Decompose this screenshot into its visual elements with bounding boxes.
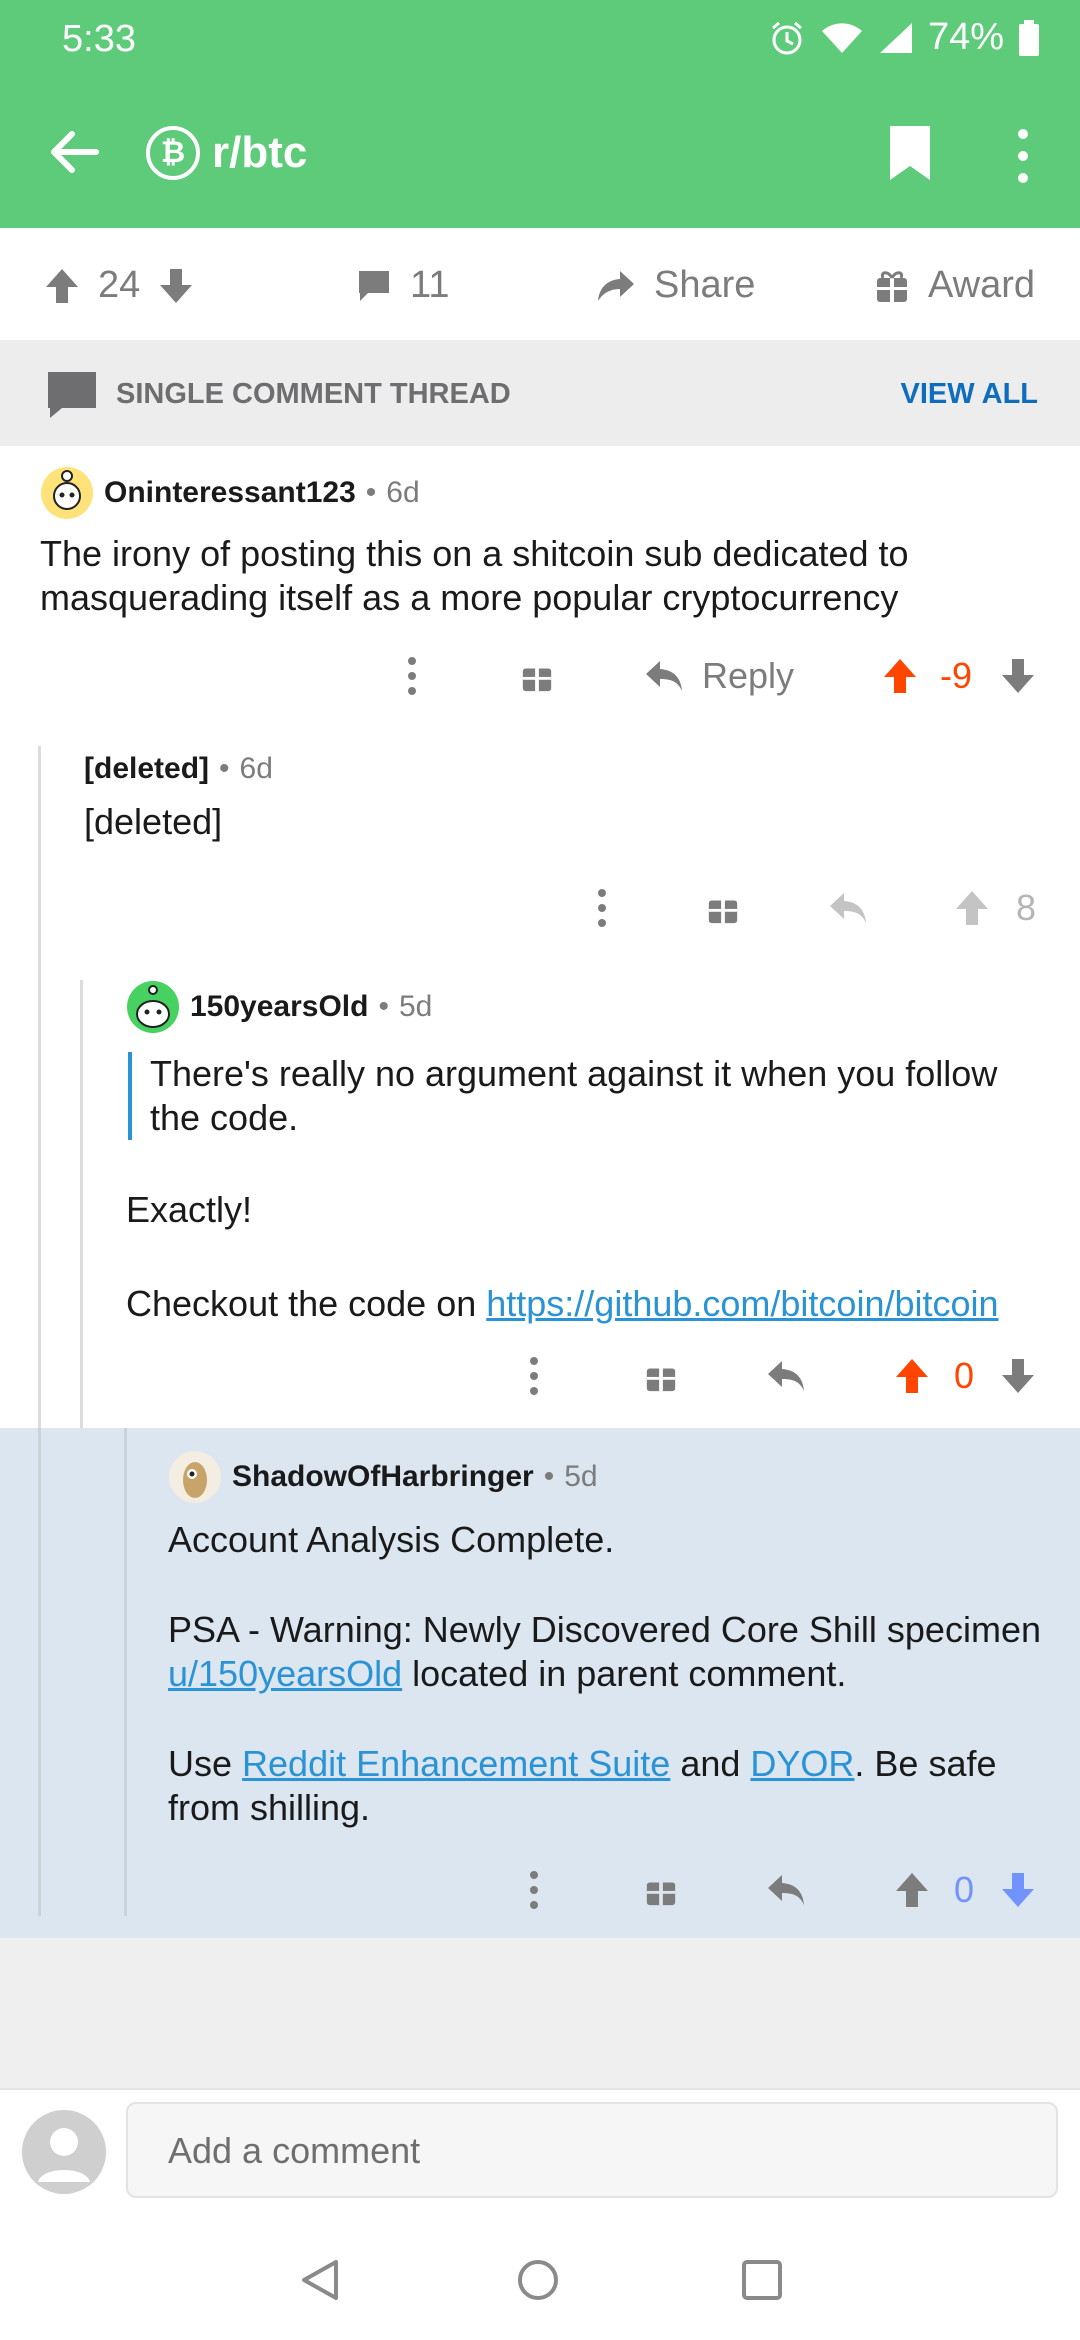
back-arrow-icon[interactable] [44,122,104,182]
reply-icon[interactable] [766,1873,806,1907]
comment-age: 5d [564,1460,598,1493]
bookmark-icon[interactable] [888,124,932,182]
award-button[interactable]: Award [874,264,1035,307]
signal-icon [879,22,912,53]
more-options-icon[interactable] [528,1356,540,1396]
avatar[interactable] [126,980,180,1034]
comment-score: -9 [940,655,973,696]
reply-icon [830,893,866,923]
status-bar: 5:33 74% [0,0,1080,82]
comment: ShadowOfHarbringer • 5d Account Analysis… [168,1450,1058,1830]
status-time: 5:33 [62,18,136,60]
top-bar: 5:33 74% ₿ r/btc [0,0,1080,228]
thread-line [124,1428,127,1916]
comments-count-button[interactable]: 11 [356,264,449,307]
wifi-icon [821,22,862,53]
upvote-icon[interactable] [894,1871,930,1909]
comment-composer: Add a comment [0,2088,1080,2210]
comment-actions: Reply -9 [396,652,1046,700]
post-vote: 24 [44,264,194,307]
gift-icon[interactable] [644,1359,678,1393]
thread-line [80,980,83,1428]
comment: [deleted] • 6d [deleted] [84,752,1044,844]
post-actions: 24 11 Share Award [0,228,1080,340]
user-avatar[interactable] [22,2110,106,2194]
more-options-icon[interactable] [528,1870,540,1910]
comment-author: [deleted] [84,752,210,785]
comment: 150yearsOld • 5d There's really no argum… [126,980,1056,1326]
reply-button[interactable]: Reply [644,655,794,697]
comment-body: [deleted] [84,801,223,842]
thread-label: SINGLE COMMENT THREAD [116,378,511,410]
upvote-icon[interactable] [894,1357,930,1395]
system-nav-bar [0,2210,1080,2340]
comment-score: 8 [1016,887,1037,928]
battery-icon [1019,19,1039,56]
share-icon [598,270,634,301]
res-link[interactable]: Reddit Enhancement Suite [242,1743,670,1784]
downvote-icon[interactable] [158,267,194,305]
comment-quote: There's really no argument against it wh… [128,1052,1048,1140]
gift-icon[interactable] [644,1873,678,1907]
more-options-icon[interactable] [406,656,418,696]
downvote-icon[interactable] [1000,1871,1036,1909]
home-icon[interactable] [516,2258,560,2302]
comment-age: 5d [398,990,433,1023]
subreddit-icon[interactable]: ₿ [146,126,200,180]
thread-header: SINGLE COMMENT THREAD VIEW ALL [0,340,1080,446]
comment-score: 0 [954,1869,975,1910]
comment-body: The irony of posting this on a shitcoin … [40,533,909,618]
comment-body: Use Reddit Enhancement Suite and DYOR. B… [168,1743,997,1828]
gift-icon[interactable] [706,891,740,925]
add-comment-input[interactable]: Add a comment [126,2102,1058,2198]
reply-icon [646,661,682,691]
downvote-icon[interactable] [1000,1357,1036,1395]
view-all-link[interactable]: VIEW ALL [901,378,1038,411]
reply-icon[interactable] [766,1359,806,1393]
gift-icon [877,270,907,302]
gift-icon[interactable] [520,659,554,693]
downvote-icon[interactable] [1000,657,1036,695]
avatar[interactable] [168,1450,222,1504]
app-bar: ₿ r/btc [0,100,1080,210]
back-icon[interactable] [298,2258,342,2302]
comment-body: PSA - Warning: Newly Discovered Core Shi… [168,1609,1041,1694]
more-options-icon[interactable] [1008,126,1038,186]
comment-age: 6d [386,476,420,509]
upvote-icon[interactable] [882,657,918,695]
comment-actions: 0 [520,1352,1050,1400]
comment-score: 0 [954,1355,975,1396]
comment-actions: 8 [590,884,1050,932]
github-link[interactable]: https://github.com/bitcoin/bitcoin [486,1283,998,1324]
upvote-icon [956,891,988,925]
avatar[interactable] [40,466,94,520]
user-link[interactable]: u/150yearsOld [168,1653,402,1694]
comment-age: 6d [239,752,273,785]
comment-bubble-icon [48,372,96,418]
comment-icon [359,270,389,301]
comment-body: Checkout the code on https://github.com/… [126,1283,999,1324]
share-button[interactable]: Share [596,264,755,307]
comment-author[interactable]: ShadowOfHarbringer [232,1460,534,1494]
comment-body: Account Analysis Complete. [168,1519,615,1560]
post-score: 24 [98,264,141,306]
comment: Oninteressant123 • 6d The irony of posti… [40,466,1050,620]
more-options-icon[interactable] [596,888,608,928]
footer-spacer [0,1938,1080,2088]
comment-actions: 0 [520,1866,1050,1914]
recents-icon[interactable] [740,2258,784,2302]
comment-body: Exactly! [126,1189,253,1230]
dyor-link[interactable]: DYOR [750,1743,854,1784]
alarm-icon [771,21,802,54]
subreddit-name[interactable]: r/btc [212,128,307,178]
battery-percent: 74% [927,16,1004,58]
thread-line [38,1428,41,1916]
comment-author[interactable]: Oninteressant123 [104,476,356,510]
comment-author[interactable]: 150yearsOld [190,990,368,1024]
upvote-icon[interactable] [44,267,80,305]
